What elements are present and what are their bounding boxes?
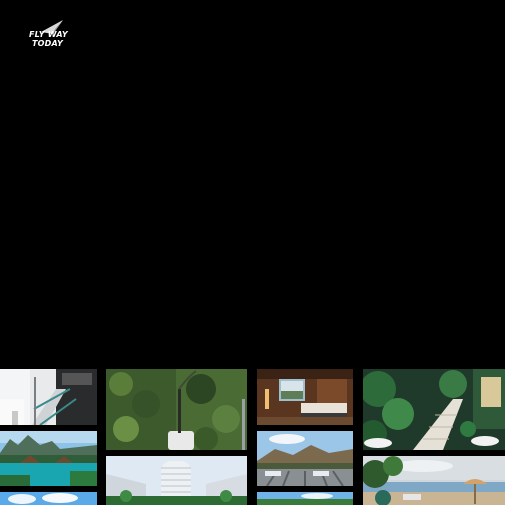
photo-gallery bbox=[0, 368, 505, 505]
gallery-photo-hotel-tower[interactable] bbox=[106, 456, 247, 505]
gallery-photo-beach-clouds[interactable] bbox=[0, 492, 97, 505]
brand-wordmark: FLY WAY TODAY bbox=[29, 30, 68, 48]
gallery-photo-lagoon-resort[interactable] bbox=[0, 431, 97, 486]
gallery-photo-vertical-garden[interactable] bbox=[106, 369, 247, 450]
page: FLY WAY TODAY bbox=[0, 0, 505, 505]
gallery-photo-mountain-terrace[interactable] bbox=[257, 431, 353, 486]
gallery-photo-tropical-courtyard[interactable] bbox=[363, 369, 505, 450]
gallery-photo-staircase[interactable] bbox=[0, 369, 97, 425]
gallery-photo-sea-terrace[interactable] bbox=[257, 492, 353, 505]
brand-logo[interactable]: FLY WAY TODAY bbox=[29, 20, 71, 50]
gallery-photo-beach-umbrella[interactable] bbox=[363, 456, 505, 505]
gallery-photo-hotel-room[interactable] bbox=[257, 369, 353, 425]
brand-line-2: TODAY bbox=[32, 39, 63, 48]
brand-line-1: FLY WAY bbox=[29, 30, 68, 39]
